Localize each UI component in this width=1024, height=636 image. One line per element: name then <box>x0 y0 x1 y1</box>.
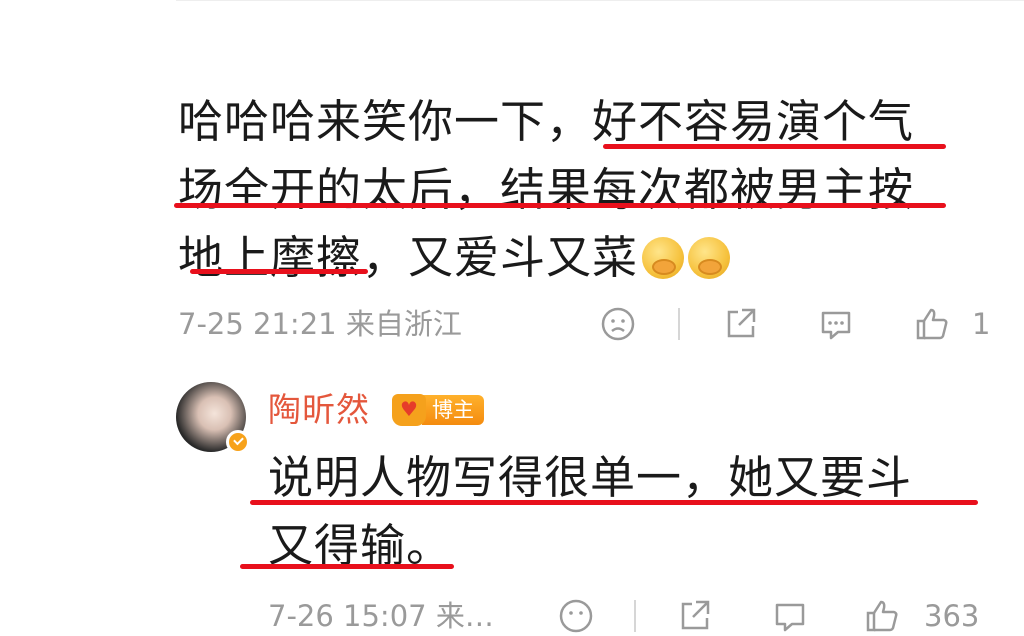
comment-icon[interactable] <box>772 598 808 634</box>
separator <box>678 308 680 340</box>
like-count: 363 <box>924 599 980 633</box>
sad-face-icon[interactable] <box>600 306 636 342</box>
blogger-badge: 博主 <box>392 392 484 428</box>
laugh-emoji-icon <box>688 237 731 279</box>
reply-text: 说明人物写得很单一，她又要斗 又得输。 <box>268 444 988 580</box>
reply-timestamp: 7-26 15:07 来… <box>268 599 494 633</box>
sad-face-icon[interactable] <box>558 598 594 634</box>
reply-line: 又得输。 <box>268 519 453 572</box>
crown-icon <box>392 394 426 426</box>
red-underline <box>250 500 978 505</box>
comment-meta-row: 7-25 21:21 来自浙江 1 <box>178 304 998 344</box>
red-underline <box>603 144 946 149</box>
laugh-emoji-icon <box>642 237 685 279</box>
comment-line: 场全开的太后，结果每次都被男主按 <box>178 163 915 216</box>
verified-badge-icon <box>226 430 250 454</box>
red-underline <box>190 269 368 274</box>
avatar[interactable] <box>176 382 250 454</box>
comment-line: 地上摩擦，又爱斗又菜 <box>178 224 978 292</box>
reply-meta-row: 7-26 15:07 来… 363 <box>268 596 998 636</box>
comment-icon[interactable] <box>818 306 854 342</box>
reply-username[interactable]: 陶昕然 <box>268 388 370 432</box>
thumbs-up-icon[interactable] <box>864 598 900 634</box>
red-underline <box>240 564 454 569</box>
share-icon[interactable] <box>722 306 758 342</box>
red-underline <box>174 203 946 208</box>
like-count: 1 <box>972 307 991 341</box>
comment-line-text: 地上摩擦，又爱斗又菜 <box>178 231 639 284</box>
comment-text: 哈哈哈来笑你一下，好不容易演个气 场全开的太后，结果每次都被男主按 地上摩擦，又… <box>178 88 978 292</box>
thumbs-up-icon[interactable] <box>914 306 950 342</box>
comment-timestamp: 7-25 21:21 来自浙江 <box>178 307 462 341</box>
top-divider <box>176 0 1024 1</box>
separator <box>634 600 636 632</box>
share-icon[interactable] <box>676 598 712 634</box>
blogger-badge-label: 博主 <box>422 395 484 425</box>
